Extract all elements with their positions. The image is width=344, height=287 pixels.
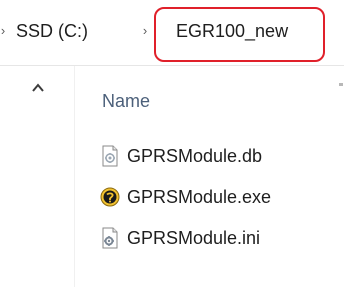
application-exe-icon [100,187,120,207]
pane-divider[interactable] [74,66,75,287]
file-item-db[interactable]: GPRSModule.db [96,143,344,169]
address-bar[interactable]: › SSD (C:) › EGR100_new [0,0,344,66]
scroll-up-arrow-icon[interactable] [30,82,46,94]
column-resize-handle[interactable] [339,83,343,86]
file-item-ini[interactable]: GPRSModule.ini [96,225,344,251]
file-name: GPRSModule.exe [127,187,272,207]
file-list: Name GPRSModule.db GPRSModule.exe GPRSMo… [76,66,344,287]
file-item-exe[interactable]: GPRSModule.exe [96,184,344,210]
file-name: GPRSModule.ini [127,228,261,248]
column-header-name[interactable]: Name [102,90,150,112]
breadcrumb-chevron-icon[interactable]: › [0,22,8,40]
file-name: GPRSModule.db [127,146,263,166]
settings-file-icon [102,227,118,249]
database-file-icon [102,145,118,167]
breadcrumb-item-drive[interactable]: SSD (C:) [14,20,90,42]
breadcrumb-item-current-folder[interactable]: EGR100_new [174,20,290,42]
breadcrumb-chevron-icon[interactable]: › [140,22,150,40]
navigation-pane[interactable] [0,66,74,287]
